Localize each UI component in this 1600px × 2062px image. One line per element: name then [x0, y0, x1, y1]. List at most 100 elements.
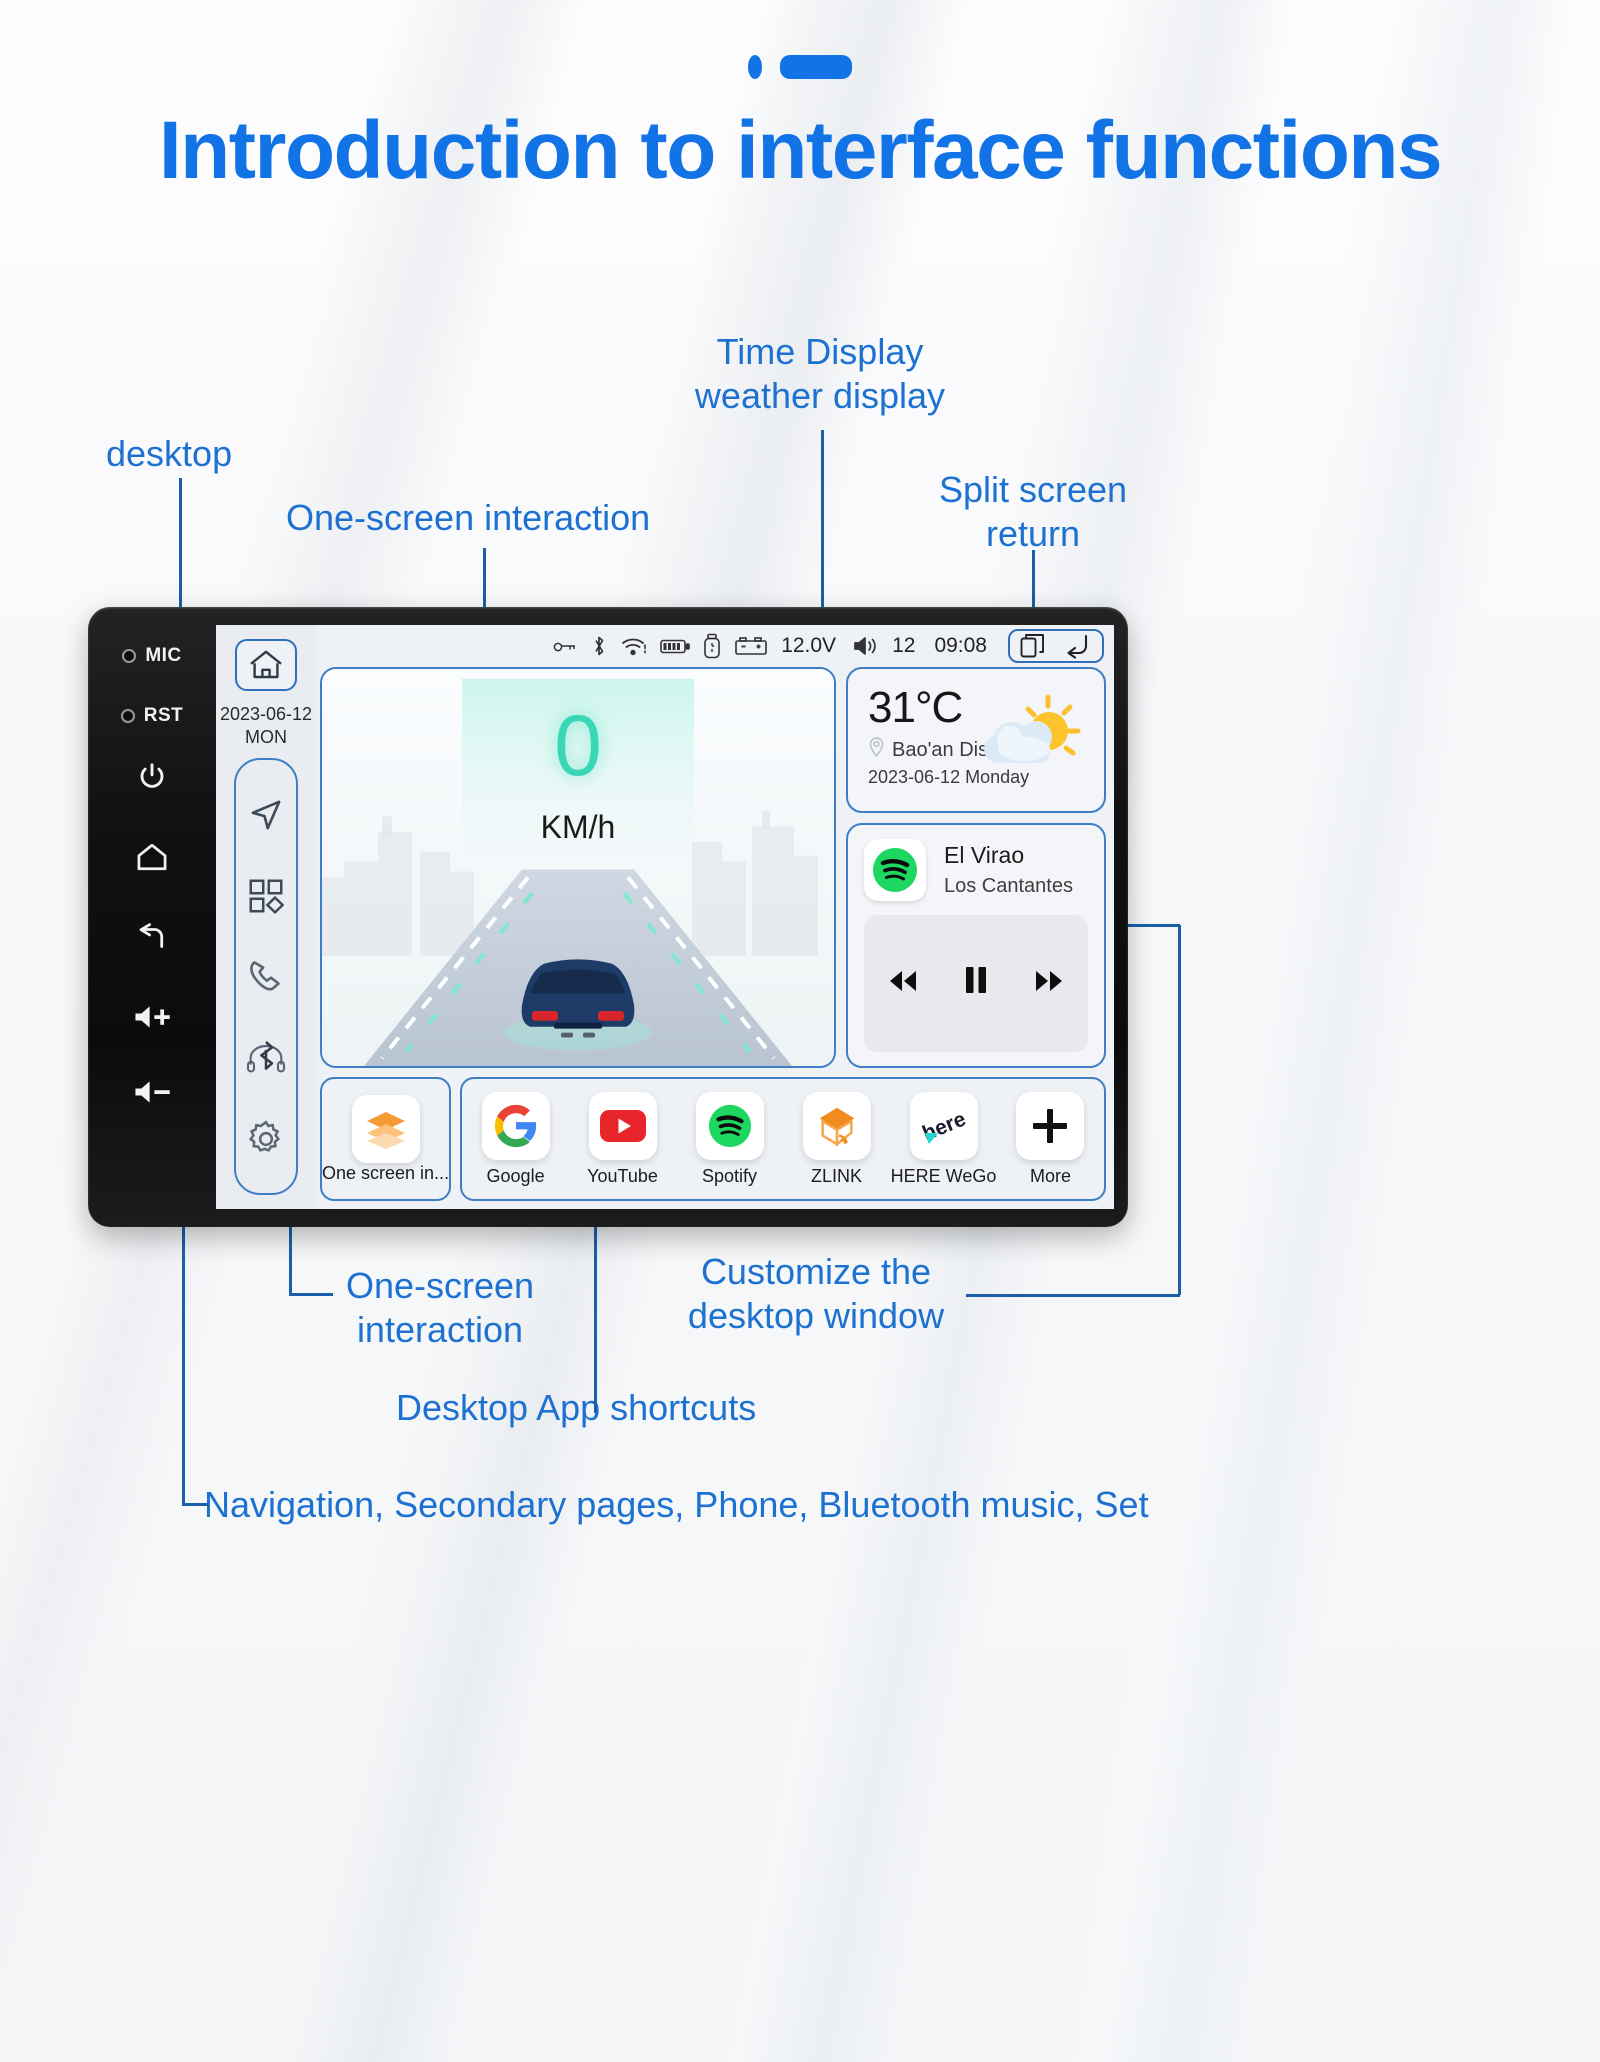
app-youtube[interactable]: YouTube	[573, 1091, 673, 1187]
app-label-youtube: YouTube	[587, 1165, 658, 1186]
return-arrow-icon[interactable]	[1062, 633, 1092, 659]
annotation-desktop: desktop	[106, 433, 233, 474]
leader-line-desktop	[179, 478, 182, 628]
apps-grid-icon[interactable]	[244, 874, 288, 918]
back-icon[interactable]	[135, 923, 169, 958]
music-card[interactable]: El Virao Los Cantantes	[846, 823, 1106, 1068]
location-pin-icon	[868, 737, 885, 763]
app-dock: One screen in... Google YouTube Spotify …	[320, 1077, 1106, 1201]
zlink-icon[interactable]	[802, 1091, 871, 1160]
rail-icon-group	[234, 758, 298, 1195]
app-more[interactable]: More	[1000, 1091, 1100, 1187]
annotation-split-screen: Split screen return	[938, 469, 1128, 554]
leader-line-one-screen-bottom-h	[289, 1293, 333, 1296]
navigation-arrow-icon[interactable]	[244, 793, 288, 837]
rail-date-block: 2023-06-12 MON	[220, 703, 312, 748]
music-text-block: El Virao Los Cantantes	[944, 842, 1073, 898]
volume-value: 12	[892, 634, 916, 657]
hardware-button-column: MIC RST	[88, 625, 216, 1209]
split-screen-icon[interactable]	[1020, 633, 1046, 659]
layers-icon[interactable]	[351, 1094, 420, 1163]
hardware-reset[interactable]: RST	[120, 705, 184, 727]
dash-bar	[780, 55, 852, 79]
touchscreen[interactable]: 2023-06-12 MON 12.0V 12 09:08 0 KM/h 31°…	[216, 625, 1114, 1209]
app-spotify[interactable]: Spotify	[680, 1091, 780, 1187]
plus-icon[interactable]	[1016, 1091, 1085, 1160]
header-dash-mark	[0, 55, 1600, 79]
settings-gear-icon[interactable]	[244, 1117, 288, 1161]
annotation-bottom-rail: Navigation, Secondary pages, Phone, Blue…	[204, 1484, 1149, 1525]
app-label-here-wego: HERE WeGo	[890, 1165, 997, 1186]
weather-date: 2023-06-12 Monday	[868, 767, 1030, 787]
leader-line-customize-h1	[966, 1294, 1180, 1297]
dock-app-row: Google YouTube Spotify ZLINK here HERE W…	[460, 1077, 1106, 1201]
rst-label: RST	[143, 705, 184, 726]
screen-content: 12.0V 12 09:08 0 KM/h 31°C Bao'an Distri…	[316, 625, 1114, 1209]
leader-line-bottom-rail-h	[182, 1503, 208, 1506]
mic-label: MIC	[145, 645, 182, 666]
google-icon[interactable]	[481, 1091, 550, 1160]
rail-home-button[interactable]	[235, 639, 297, 691]
one-screen-interaction-panel[interactable]: 0 KM/h	[320, 667, 836, 1068]
leader-line-customize-v	[1178, 925, 1181, 1295]
annotation-desktop-shortcuts: Desktop App shortcuts	[396, 1387, 757, 1428]
speed-unit: KM/h	[540, 809, 616, 845]
youtube-icon[interactable]	[588, 1091, 657, 1160]
annotation-one-screen-bottom: One-screen interaction	[345, 1265, 535, 1350]
app-here-wego[interactable]: here HERE WeGo	[890, 1091, 997, 1187]
phone-icon[interactable]	[244, 955, 288, 999]
volume-up-icon[interactable]	[133, 1004, 171, 1035]
annotation-one-screen-top: One-screen interaction	[286, 497, 651, 538]
dash-dot	[748, 55, 762, 79]
status-bar: 12.0V 12 09:08	[320, 625, 1106, 667]
reset-hole-icon[interactable]	[120, 709, 135, 723]
music-title: El Virao	[944, 842, 1025, 868]
volume-icon	[853, 635, 879, 657]
spotify-icon[interactable]	[695, 1091, 764, 1160]
rail-date: 2023-06-12	[219, 704, 313, 724]
car-battery-icon	[734, 636, 768, 656]
dock-pinned-one-screen[interactable]: One screen in...	[320, 1077, 452, 1201]
bluetooth-icon	[590, 634, 608, 658]
mic-hole-icon	[122, 649, 137, 663]
status-time: 09:08	[934, 634, 987, 657]
hardware-mic: MIC	[122, 645, 181, 667]
annotation-customize-window: Customize the desktop window	[687, 1251, 945, 1336]
annotation-time-weather: Time Display weather display	[694, 331, 946, 416]
music-info-row: El Virao Los Cantantes	[864, 839, 1088, 901]
music-controls	[864, 915, 1088, 1052]
app-label-zlink: ZLINK	[811, 1165, 863, 1186]
app-google[interactable]: Google	[466, 1091, 566, 1187]
rail-weekday: MON	[244, 726, 287, 747]
svg-text:here: here	[919, 1107, 969, 1145]
app-label-more: More	[1029, 1165, 1071, 1186]
car-head-unit-device: MIC RST 2023-06-12 MON 12.0V 12 09:08 0 …	[88, 607, 1128, 1227]
volume-down-icon[interactable]	[133, 1079, 171, 1110]
app-label-spotify: Spotify	[702, 1165, 758, 1186]
app-label-google: Google	[486, 1165, 545, 1186]
bluetooth-headset-icon[interactable]	[244, 1036, 288, 1080]
usb-icon	[703, 633, 721, 659]
pause-button[interactable]	[963, 965, 989, 1003]
widget-area: 0 KM/h 31°C Bao'an District 2023-06-12 M…	[320, 667, 1106, 1068]
partly-cloudy-icon	[974, 691, 1082, 769]
speed-value: 0	[554, 698, 602, 794]
next-track-button[interactable]	[1032, 967, 1066, 1001]
split-screen-return-group[interactable]	[1008, 629, 1104, 663]
battery-icon	[660, 638, 690, 655]
here-wego-icon[interactable]: here	[909, 1091, 978, 1160]
voltage-value: 12.0V	[781, 634, 837, 657]
previous-track-button[interactable]	[886, 967, 920, 1001]
app-zlink[interactable]: ZLINK	[787, 1091, 887, 1187]
screen-left-rail: 2023-06-12 MON	[216, 625, 316, 1209]
key-icon	[553, 638, 577, 654]
music-artist: Los Cantantes	[944, 875, 1073, 897]
weather-card[interactable]: 31°C Bao'an District 2023-06-12 Monday	[846, 667, 1106, 813]
dock-pinned-label: One screen in...	[322, 1162, 450, 1183]
right-widget-column: 31°C Bao'an District 2023-06-12 Monday E…	[846, 667, 1106, 1068]
wifi-icon	[621, 636, 647, 657]
spotify-icon[interactable]	[864, 839, 926, 901]
power-icon[interactable]	[137, 761, 167, 796]
page-title: Introduction to interface functions	[158, 105, 1443, 196]
home-icon[interactable]	[135, 842, 169, 877]
